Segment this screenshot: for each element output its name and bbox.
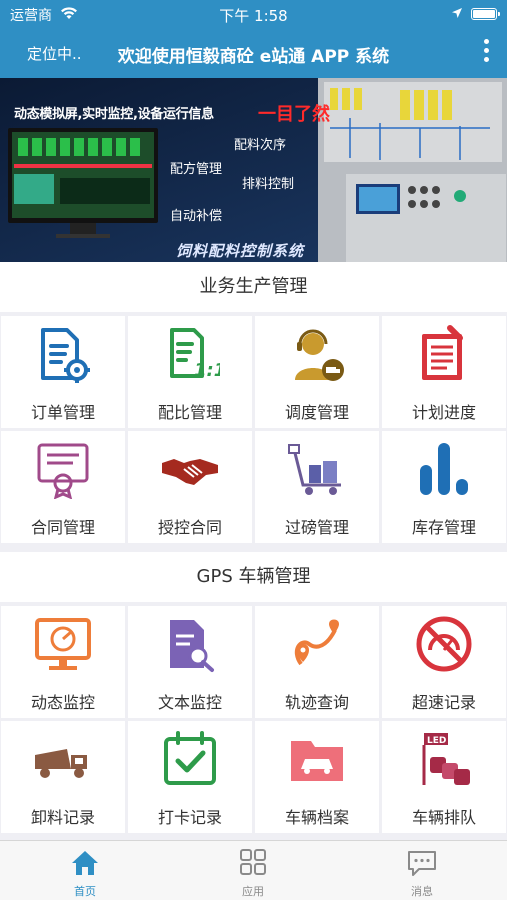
car-folder-icon — [291, 741, 343, 781]
contract-certificate-icon — [37, 443, 89, 499]
menu-item-label: 调度管理 — [284, 403, 349, 422]
dump-truck-icon — [35, 749, 87, 778]
menu-item-label: 合同管理 — [30, 518, 95, 537]
svg-text:1:1: 1:1 — [194, 360, 220, 381]
promo-banner[interactable]: 动态模拟屏,实时监控,设备运行信息 一目了然 配料次序 配方管理 排料控制 自动… — [0, 78, 507, 262]
tab-label: 应用 — [242, 885, 264, 898]
home-icon — [72, 851, 98, 875]
menu-item-ratio-management[interactable]: 1:1 配比管理 — [128, 316, 252, 428]
menu-item-label: 超速记录 — [411, 693, 476, 712]
vehicle-queue-icon: LED — [422, 733, 470, 785]
menu-item-label: 打卡记录 — [157, 808, 222, 827]
banner-slogan: 动态模拟屏,实时监控,设备运行信息 — [14, 107, 214, 122]
menu-item-label: 订单管理 — [30, 403, 95, 422]
menu-item-dynamic-monitoring[interactable]: 动态监控 — [1, 606, 125, 718]
menu-item-dispatch-management[interactable]: 调度管理 — [255, 316, 379, 428]
ratio-doc-icon: 1:1 — [170, 328, 220, 381]
menu-item-unloading-record[interactable]: 卸料记录 — [1, 721, 125, 833]
handshake-icon — [162, 459, 218, 485]
menu-item-plan-progress[interactable]: 计划进度 — [382, 316, 506, 428]
menu-item-inventory-management[interactable]: 库存管理 — [382, 431, 506, 543]
menu-item-label: 车辆排队 — [411, 808, 476, 827]
banner-label: 配料次序 — [234, 138, 287, 153]
menu-item-weighbridge-management[interactable]: 过磅管理 — [255, 431, 379, 543]
menu-item-order-management[interactable]: 订单管理 — [1, 316, 125, 428]
clock: 下午 1:58 — [219, 7, 288, 25]
menu-item-label: 库存管理 — [411, 518, 476, 537]
more-menu-icon[interactable] — [479, 39, 493, 67]
calendar-check-icon — [164, 731, 216, 785]
menu-item-label: 过磅管理 — [284, 518, 349, 537]
menu-item-speeding-record[interactable]: 超速记录 — [382, 606, 506, 718]
banner-label: 配方管理 — [170, 162, 223, 177]
menu-item-label: 授控合同 — [157, 518, 222, 537]
banner-highlight: 一目了然 — [258, 104, 330, 125]
banner-label: 自动补偿 — [170, 209, 223, 224]
status-bar: 运营商 下午 1:58 — [0, 0, 507, 28]
location-button[interactable]: 定位中.. — [27, 43, 82, 64]
tab-home[interactable]: 首页 — [25, 841, 145, 900]
menu-item-label: 车辆档案 — [284, 808, 349, 827]
tab-label: 消息 — [411, 885, 433, 898]
svg-text:LED: LED — [427, 736, 446, 746]
location-arrow-icon — [452, 8, 462, 18]
battery-icon — [471, 8, 500, 20]
inventory-silos-icon — [420, 443, 468, 495]
no-speeding-icon — [416, 616, 472, 672]
weighbridge-cart-icon — [288, 444, 341, 495]
nav-bar: 欢迎使用恒毅商砼 e站通 APP 系统 定位中.. — [0, 28, 507, 78]
route-pin-icon — [294, 619, 339, 666]
menu-item-label: 计划进度 — [411, 403, 476, 422]
order-doc-gear-icon — [41, 328, 90, 383]
menu-item-vehicle-queue[interactable]: LED 车辆排队 — [382, 721, 506, 833]
tab-messages[interactable]: 消息 — [362, 841, 482, 900]
menu-item-text-monitoring[interactable]: 文本监控 — [128, 606, 252, 718]
dispatcher-headset-icon — [295, 329, 344, 381]
menu-item-label: 轨迹查询 — [284, 693, 349, 712]
doc-search-icon — [170, 620, 214, 672]
menu-item-label: 配比管理 — [157, 403, 222, 422]
tab-apps[interactable]: 应用 — [193, 841, 313, 900]
section-title-business: 业务生产管理 — [0, 262, 507, 312]
menu-item-vehicle-archive[interactable]: 车辆档案 — [255, 721, 379, 833]
menu-item-track-query[interactable]: 轨迹查询 — [255, 606, 379, 718]
plan-notepad-icon — [422, 325, 463, 380]
radar-monitor-icon — [35, 618, 91, 670]
banner-label: 排料控制 — [242, 177, 295, 192]
message-icon — [408, 851, 436, 876]
tab-bar: 首页 应用 消息 — [0, 840, 507, 900]
menu-item-checkin-record[interactable]: 打卡记录 — [128, 721, 252, 833]
apps-grid-icon — [240, 849, 266, 875]
banner-caption: 饲料配料控制系统 — [176, 242, 305, 260]
menu-item-contract-management[interactable]: 合同管理 — [1, 431, 125, 543]
tab-label: 首页 — [74, 885, 96, 898]
menu-item-label: 动态监控 — [30, 693, 95, 712]
menu-item-label: 文本监控 — [157, 693, 222, 712]
section-title-gps: GPS 车辆管理 — [0, 552, 507, 602]
menu-item-label: 卸料记录 — [30, 808, 95, 827]
menu-item-authorized-contract[interactable]: 授控合同 — [128, 431, 252, 543]
